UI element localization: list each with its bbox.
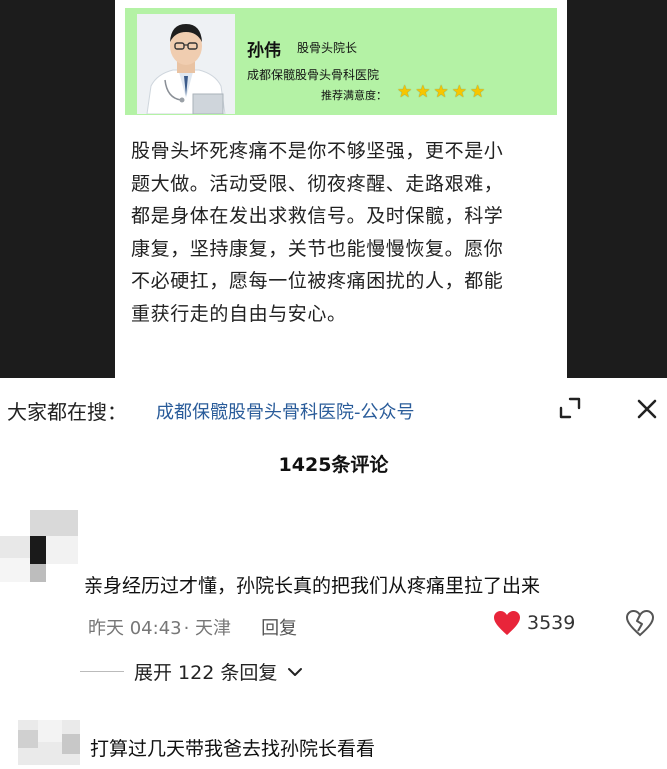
post-body-line: 不必硬扛，愿每一位被疼痛困扰的人，都能 — [131, 270, 504, 292]
post-viewer: 孙伟 股骨头院长 成都保髋股骨头骨科医院 推荐满意度： ★ ★ ★ ★ ★ 股骨… — [0, 0, 667, 378]
comment-text: 打算过几天带我爸去找孙院长看看 — [90, 738, 376, 760]
expand-icon[interactable] — [557, 395, 583, 421]
post-body-line: 重获行走的自由与安心。 — [131, 302, 347, 325]
expand-replies-label: 展开 122 条回复 — [134, 662, 278, 684]
doctor-title: 股骨头院长 — [297, 41, 358, 55]
rating-label: 推荐满意度： — [321, 89, 387, 102]
like-count: 3539 — [527, 612, 576, 634]
comment-sheet: 大家都在搜： 成都保髋股骨头骨科医院-公众号 1425条评论 亲身经历过才懂，孙… — [0, 378, 667, 765]
rating-stars: ★ ★ ★ ★ ★ — [397, 82, 485, 102]
avatar[interactable] — [0, 510, 78, 582]
doctor-card: 孙伟 股骨头院长 成都保髋股骨头骨科医院 推荐满意度： ★ ★ ★ ★ ★ — [125, 8, 557, 115]
expand-replies-button[interactable]: 展开 122 条回复 — [80, 658, 303, 685]
comment-count: 1425条评论 — [278, 454, 389, 476]
post-body-line: 康复，坚持康复，关节也能慢慢恢复。愿你 — [131, 237, 504, 260]
broken-heart-icon[interactable] — [625, 608, 655, 638]
star-icon: ★ — [470, 82, 486, 102]
comment-time: 昨天 04:43 — [88, 618, 182, 639]
close-icon[interactable] — [633, 395, 661, 423]
star-icon: ★ — [451, 82, 467, 102]
comment-location: · 天津 — [183, 618, 232, 639]
chevron-down-icon — [288, 667, 303, 676]
post-content: 孙伟 股骨头院长 成都保髋股骨头骨科医院 推荐满意度： ★ ★ ★ ★ ★ 股骨… — [115, 0, 567, 378]
star-icon: ★ — [433, 82, 449, 102]
heart-icon — [494, 611, 520, 635]
comment-text: 亲身经历过才懂，孙院长真的把我们从疼痛里拉了出来 — [84, 575, 541, 597]
doctor-photo — [137, 14, 235, 114]
post-body: 股骨头坏死疼痛不是你不够坚强，更不是小 题大做。活动受限、彻夜疼醒、走路艰难， … — [131, 135, 559, 330]
star-icon: ★ — [397, 82, 413, 102]
search-prefix: 大家都在搜： — [7, 400, 127, 424]
post-body-line: 都是身体在发出求救信号。及时保髋，科学 — [131, 205, 504, 227]
divider — [80, 671, 124, 672]
comment-meta: 昨天 04:43 · 天津 回复 — [88, 614, 297, 640]
hospital-name: 成都保髋股骨头骨科医院 — [247, 68, 380, 82]
avatar[interactable] — [18, 720, 80, 765]
star-icon: ★ — [415, 82, 431, 102]
post-body-line: 题大做。活动受限、彻夜疼醒、走路艰难， — [131, 172, 504, 195]
search-suggestion-link[interactable]: 成都保髋股骨头骨科医院-公众号 — [156, 398, 415, 424]
like-button[interactable]: 3539 — [493, 610, 575, 636]
doctor-name: 孙伟 — [247, 41, 281, 61]
reply-button[interactable]: 回复 — [261, 618, 297, 639]
search-suggestion-bar: 大家都在搜： 成都保髋股骨头骨科医院-公众号 — [0, 390, 667, 426]
post-body-line: 股骨头坏死疼痛不是你不够坚强，更不是小 — [131, 140, 504, 162]
